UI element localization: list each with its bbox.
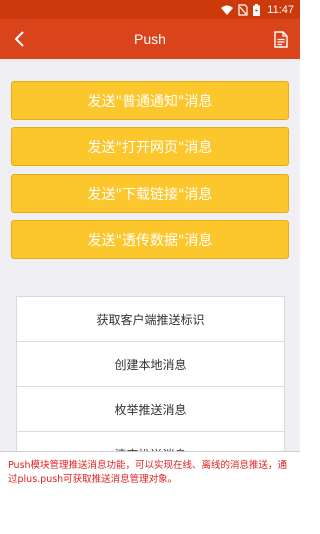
list-item-get-client-id[interactable]: 获取客户端推送标识: [17, 297, 284, 342]
info-panel: Push模块管理推送消息功能，可以实现在线、离线的消息推送，通过plus.pus…: [0, 451, 300, 534]
battery-icon: [253, 3, 261, 16]
status-time: 11:47: [267, 3, 294, 16]
page-title: Push: [134, 31, 166, 47]
send-download-link-button[interactable]: 发送"下载链接"消息: [11, 174, 289, 213]
list-item-create-local-message[interactable]: 创建本地消息: [17, 342, 284, 387]
send-open-webpage-button[interactable]: 发送"打开网页"消息: [11, 127, 289, 166]
list-item-enumerate-messages[interactable]: 枚举推送消息: [17, 387, 284, 432]
status-bar: 11:47: [0, 0, 300, 19]
title-bar: Push: [0, 19, 300, 59]
info-text: Push模块管理推送消息功能，可以实现在线、离线的消息推送，通过plus.pus…: [8, 460, 288, 485]
content-area: 发送"普通通知"消息 发送"打开网页"消息 发送"下载链接"消息 发送"透传数据…: [0, 59, 300, 451]
no-sim-icon: [238, 3, 248, 16]
document-icon[interactable]: [272, 29, 290, 49]
wifi-icon: [221, 5, 234, 15]
send-normal-notification-button[interactable]: 发送"普通通知"消息: [11, 81, 289, 120]
list-item-clear-messages[interactable]: 清空推送消息: [17, 432, 284, 452]
send-passthrough-data-button[interactable]: 发送"透传数据"消息: [11, 220, 289, 259]
back-chevron-icon[interactable]: [9, 28, 31, 50]
push-options-list: 获取客户端推送标识 创建本地消息 枚举推送消息 清空推送消息: [16, 296, 285, 451]
